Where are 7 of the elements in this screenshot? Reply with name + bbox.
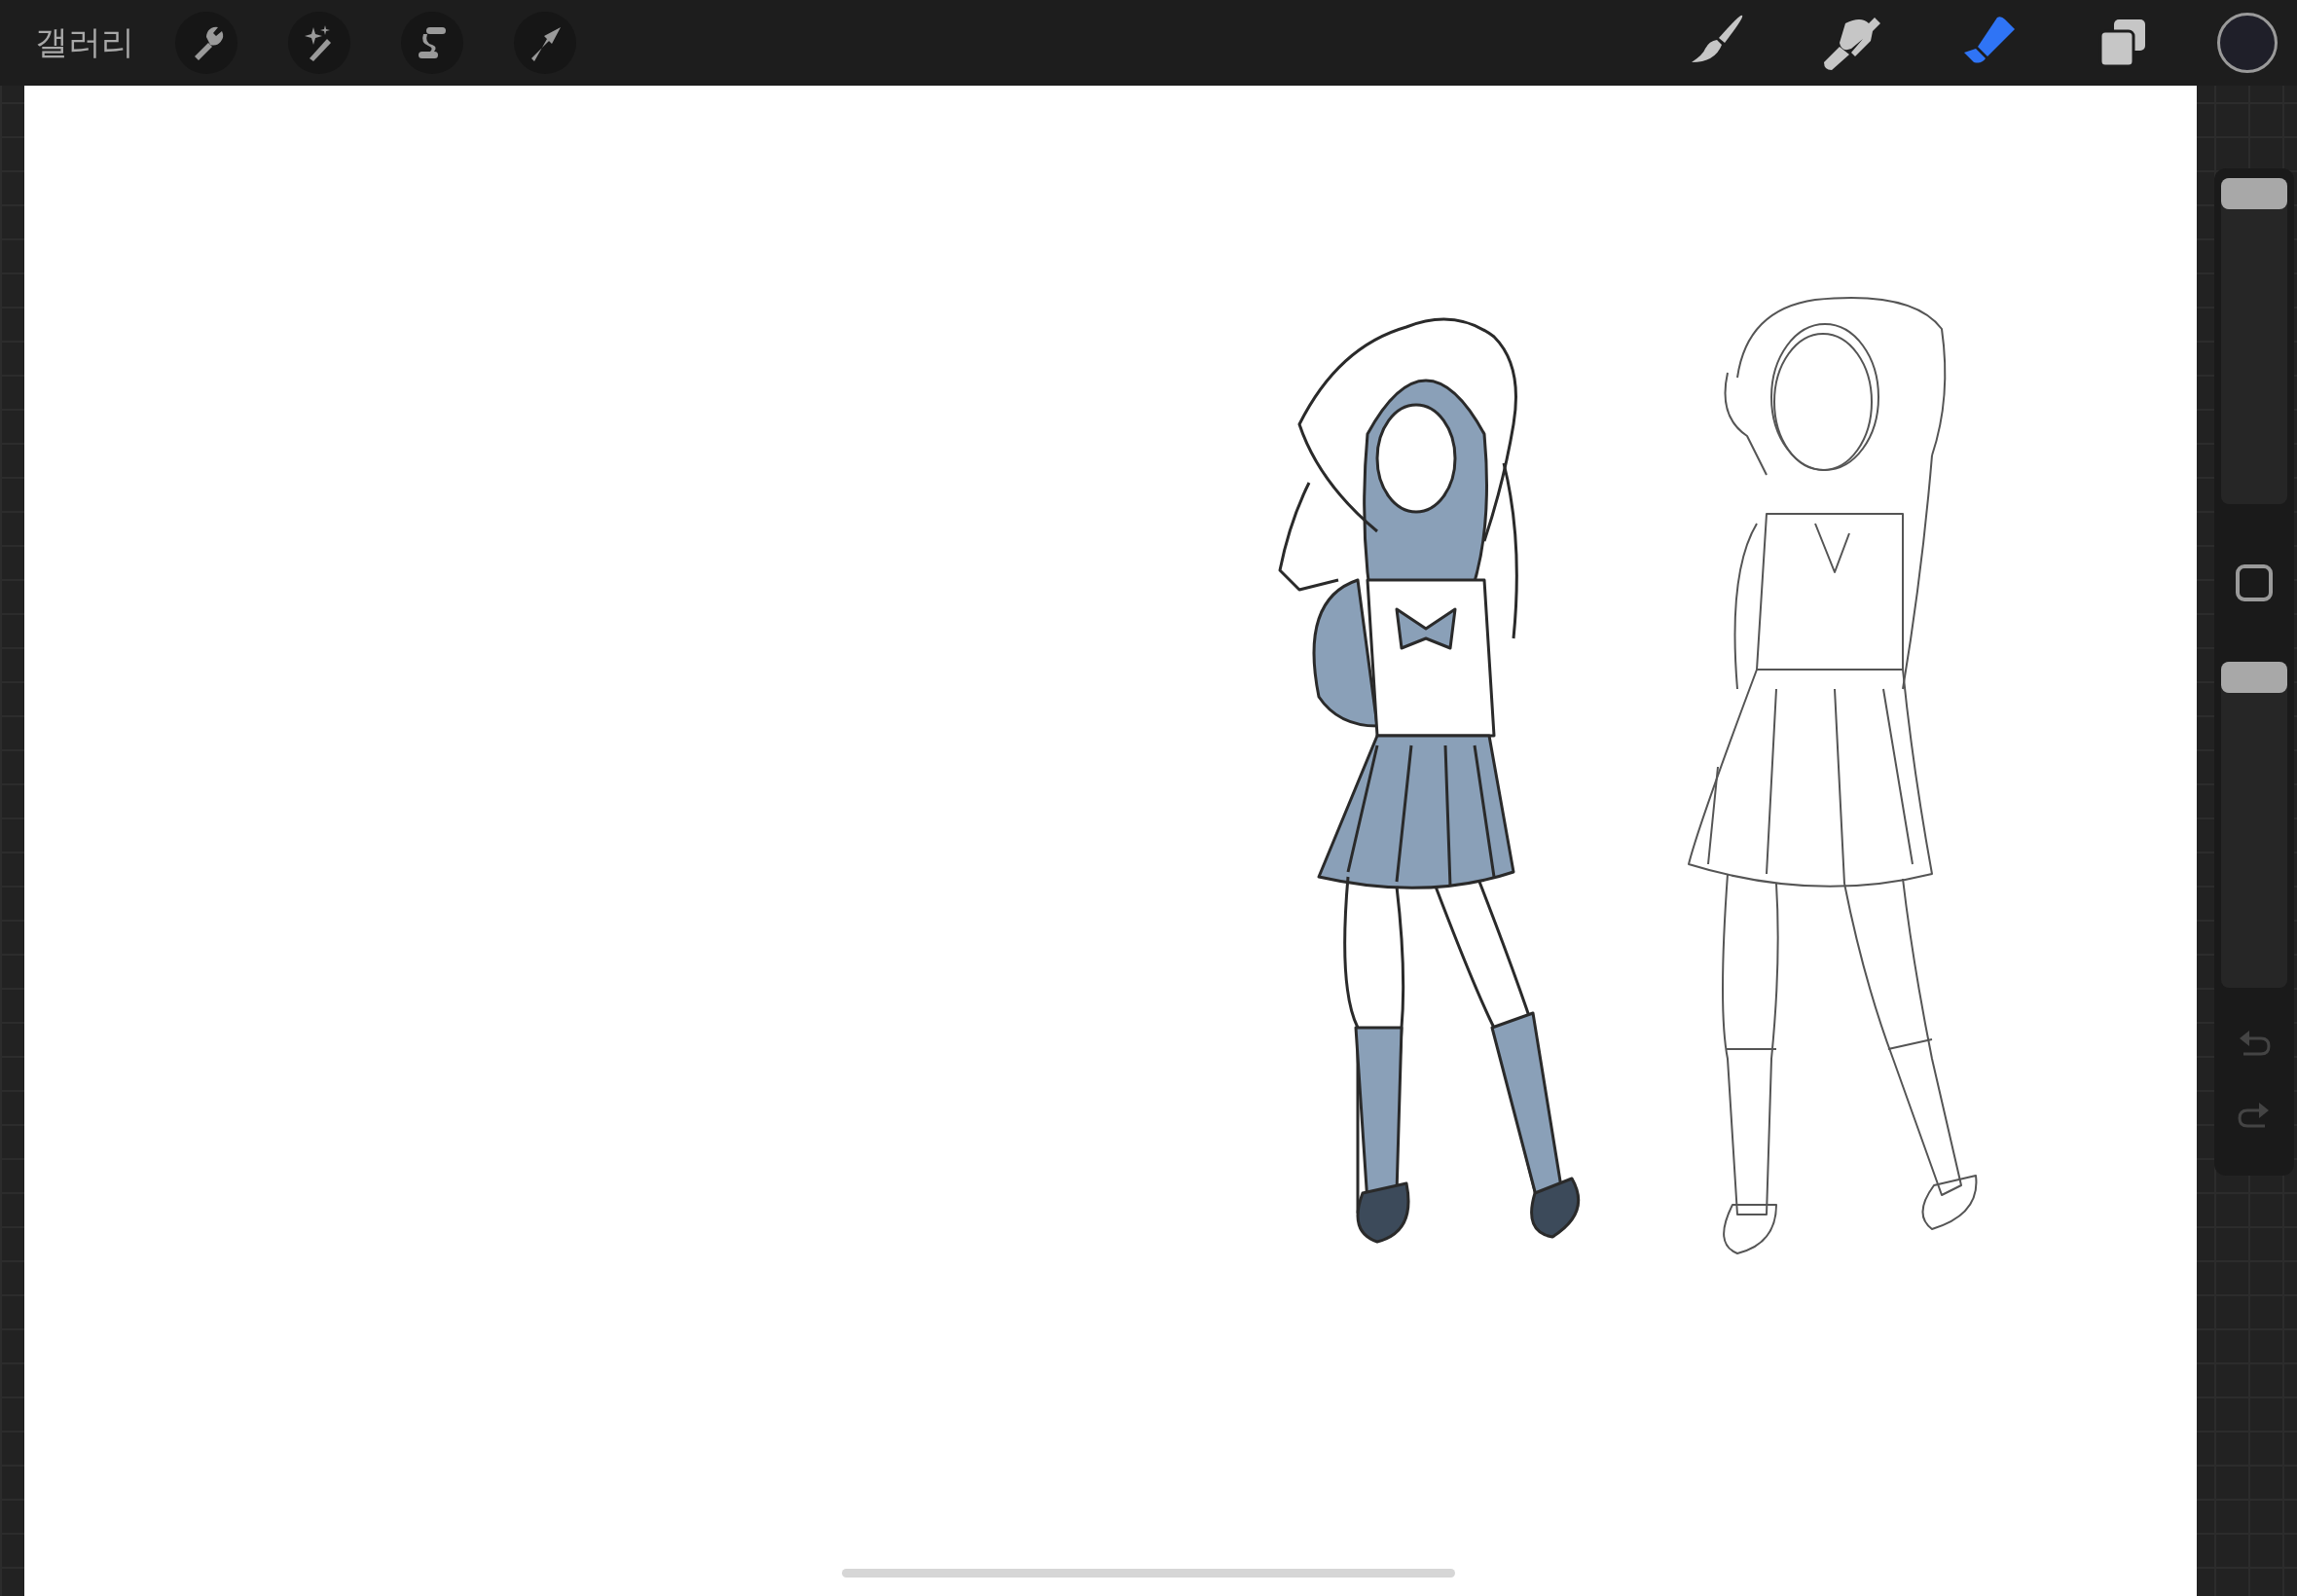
drawing-canvas[interactable] xyxy=(24,86,2197,1596)
modify-button[interactable] xyxy=(2236,564,2273,601)
opacity-slider[interactable] xyxy=(2221,662,2287,988)
slider-handle[interactable] xyxy=(2221,178,2287,209)
slider-handle[interactable] xyxy=(2221,662,2287,693)
brush-size-slider[interactable] xyxy=(2221,178,2287,504)
gallery-link[interactable]: 갤러리 xyxy=(35,20,134,65)
